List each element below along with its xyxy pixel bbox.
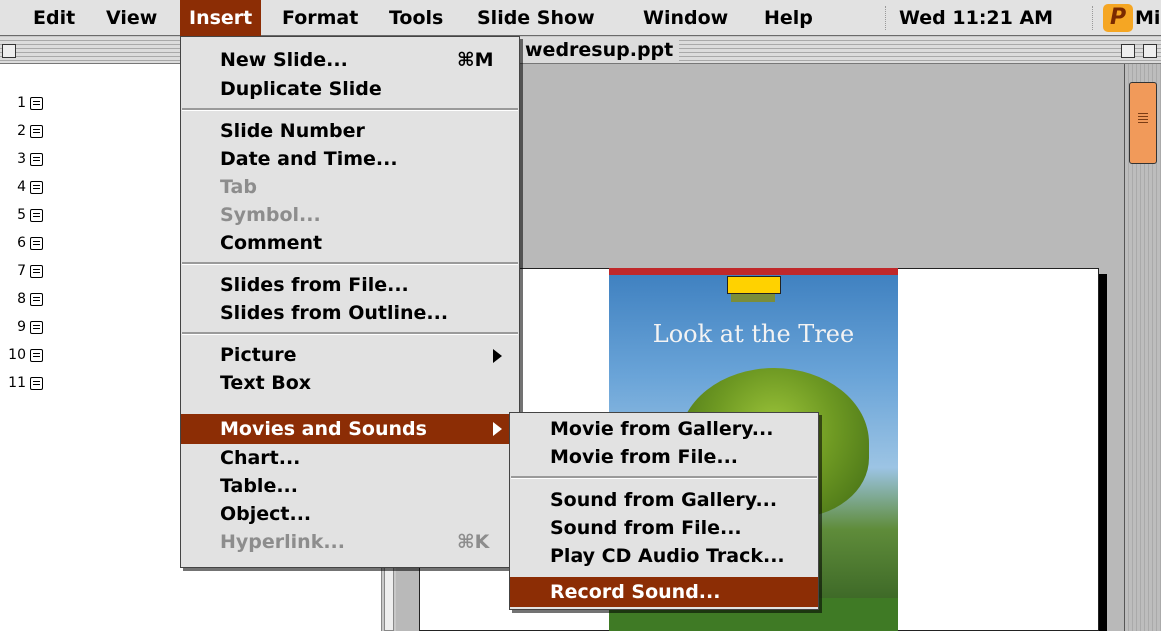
movies-and-sounds-submenu: Movie from Gallery... Movie from File...… [509,412,819,610]
slide-icon [30,264,43,278]
menu-insert[interactable]: Insert [180,0,262,36]
menu-item-movie-from-file[interactable]: Movie from File... [510,443,818,471]
menu-window[interactable]: Window [634,0,737,36]
national-geographic-logo [727,276,781,294]
menu-item-hyperlink: Hyperlink... ⌘K [181,528,519,556]
menu-separator [182,262,518,265]
outline-slide-row[interactable]: 7 [6,260,43,282]
menu-item-slides-from-outline[interactable]: Slides from Outline... [181,299,519,327]
slide-number: 3 [17,151,26,167]
menu-item-movies-and-sounds[interactable]: Movies and Sounds [181,414,519,444]
slide-icon [30,208,43,222]
menu-item-label: Movies and Sounds [220,418,427,440]
slide-icon [30,292,43,306]
menu-item-sound-from-file[interactable]: Sound from File... [510,514,818,542]
outline-slide-row[interactable]: 1 [6,92,43,114]
menu-item-slide-number[interactable]: Slide Number [181,117,519,145]
menu-item-symbol: Symbol... [220,204,321,226]
slide-icon [30,348,43,362]
menu-format[interactable]: Format [273,0,367,36]
menu-tools[interactable]: Tools [380,0,452,36]
slide-number: 10 [8,347,26,363]
menu-item-duplicate-slide[interactable]: Duplicate Slide [181,75,519,103]
insert-menu: New Slide... ⌘M Duplicate Slide Slide Nu… [180,36,520,568]
menu-item-table[interactable]: Table... [181,472,519,500]
slide-number: 8 [17,291,26,307]
vertical-scrollbar[interactable] [1124,64,1161,631]
menu-bar: Edit View Insert Format Tools Slide Show… [0,0,1161,36]
menu-item-object[interactable]: Object... [181,500,519,528]
slide-number: 7 [17,263,26,279]
outline-slide-row[interactable]: 4 [6,176,43,198]
menu-item-movie-from-gallery[interactable]: Movie from Gallery... [510,415,818,443]
outline-slide-row[interactable]: 9 [6,316,43,338]
menu-view[interactable]: View [97,0,166,36]
slide-number: 5 [17,207,26,223]
menu-item-label: New Slide... [220,49,348,71]
window-close-box[interactable] [2,44,16,58]
menu-help[interactable]: Help [755,0,822,36]
application-menu-label[interactable]: Microsoft PowerPoint [1135,0,1161,36]
submenu-arrow-icon [493,349,502,363]
book-title: Look at the Tree [652,320,855,348]
menu-item-sound-from-gallery[interactable]: Sound from Gallery... [510,486,818,514]
menu-edit[interactable]: Edit [24,0,84,36]
slide-icon [30,320,43,334]
window-zoom-box[interactable] [1121,44,1135,58]
slide-number: 11 [8,375,26,391]
window-collapse-box[interactable] [1143,44,1157,58]
menu-separator [511,476,817,479]
submenu-arrow-icon [493,422,502,436]
slide-icon [30,236,43,250]
menu-item-date-and-time[interactable]: Date and Time... [181,145,519,173]
menu-item-label: Hyperlink... [220,531,345,553]
scroll-thumb[interactable] [1129,82,1157,164]
grip-icon [1138,113,1148,123]
slide-icon [30,180,43,194]
window-title: wedresup.ppt [519,37,680,63]
menu-separator [182,332,518,335]
menu-item-text-box[interactable]: Text Box [181,369,519,397]
menubar-clock[interactable]: Wed 11:21 AM [890,0,1062,36]
outline-slide-row[interactable]: 5 [6,204,43,226]
outline-slide-row[interactable]: 11 [6,372,43,394]
slide-icon [30,96,43,110]
slide-number: 9 [17,319,26,335]
menu-item-new-slide[interactable]: New Slide... ⌘M [181,46,519,74]
outline-slide-row[interactable]: 8 [6,288,43,310]
shortcut-label: ⌘K [457,531,490,553]
outline-slide-row[interactable]: 2 [6,120,43,142]
powerpoint-app-icon[interactable]: P [1103,4,1133,32]
outline-slide-row[interactable]: 10 [6,344,43,366]
menubar-divider [1092,6,1093,30]
menu-separator [182,108,518,111]
menu-item-label: Picture [220,344,297,366]
cover-top-band [609,268,898,275]
slide-number: 6 [17,235,26,251]
slide-shadow [1099,274,1107,631]
menubar-divider [885,6,886,30]
shortcut-label: ⌘M [457,49,494,71]
menu-item-record-sound[interactable]: Record Sound... [510,577,818,607]
slide-number: 4 [17,179,26,195]
menu-item-picture[interactable]: Picture [181,341,519,369]
window-title-bar[interactable]: wedresup.ppt [0,37,1161,64]
menu-item-tab: Tab [220,176,257,198]
slide-number: 1 [17,95,26,111]
slide-icon [30,152,43,166]
menu-item-comment[interactable]: Comment [181,229,519,257]
menu-item-slides-from-file[interactable]: Slides from File... [181,271,519,299]
slide-icon [30,124,43,138]
outline-slide-row[interactable]: 6 [6,232,43,254]
outline-slide-row[interactable]: 3 [6,148,43,170]
menu-item-chart[interactable]: Chart... [181,444,519,472]
series-logo-strip [731,294,775,302]
slide-number: 2 [17,123,26,139]
menu-item-play-cd-audio-track[interactable]: Play CD Audio Track... [510,542,818,570]
slide-icon [30,376,43,390]
menu-slide-show[interactable]: Slide Show [468,0,604,36]
